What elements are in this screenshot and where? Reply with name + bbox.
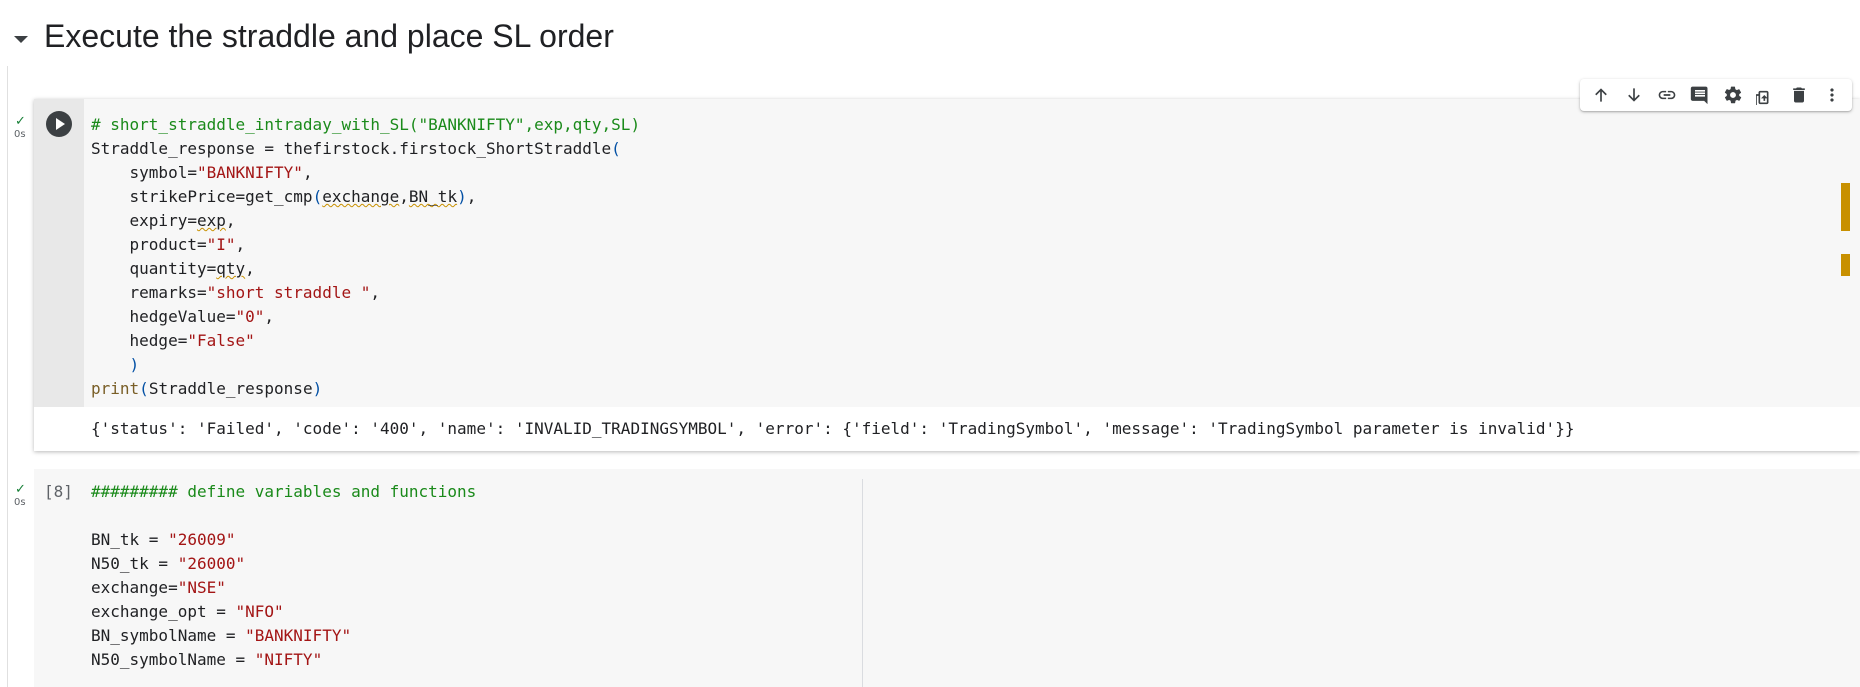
code-text[interactable]: ######### define variables and functions… bbox=[91, 480, 476, 672]
cell-output: {'status': 'Failed', 'code': '400', 'nam… bbox=[34, 407, 1860, 451]
code-line: strikePrice=get_cmp(exchange,BN_tk), bbox=[91, 187, 477, 206]
code-line: hedge="False" bbox=[91, 331, 255, 350]
run-cell-button[interactable] bbox=[46, 111, 72, 137]
code-line: exchange="NSE" bbox=[91, 578, 226, 597]
code-line: quantity=qty, bbox=[91, 259, 255, 278]
cell-toolbar bbox=[1580, 79, 1852, 111]
collapse-caret-icon[interactable] bbox=[14, 36, 28, 43]
code-line: remarks="short straddle ", bbox=[91, 283, 380, 302]
section-header: Execute the straddle and place SL order bbox=[0, 10, 900, 66]
code-line: Straddle_response = thefirstock.firstock… bbox=[91, 139, 621, 158]
mirror-cell-icon bbox=[1755, 90, 1768, 105]
code-line: exchange_opt = "NFO" bbox=[91, 602, 284, 621]
trash-icon bbox=[1792, 87, 1805, 103]
link-icon bbox=[1658, 90, 1675, 100]
add-comment-button[interactable] bbox=[1686, 81, 1714, 109]
more-vert-icon bbox=[1829, 88, 1834, 102]
form-pane-divider[interactable] bbox=[862, 479, 863, 687]
more-actions-button[interactable] bbox=[1818, 81, 1846, 109]
gear-icon bbox=[1724, 86, 1741, 104]
code-cell-straddle[interactable]: # short_straddle_intraday_with_SL("BANKN… bbox=[34, 99, 1860, 451]
cell-status-check-icon: ✓ bbox=[15, 481, 26, 496]
cell-gutter bbox=[34, 99, 84, 407]
code-line: BN_tk = "26009" bbox=[91, 530, 236, 549]
code-line: BN_symbolName = "BANKNIFTY" bbox=[91, 626, 352, 645]
arrow-down-icon bbox=[1627, 88, 1640, 102]
cell-exec-time: 0s bbox=[14, 497, 26, 508]
move-up-button[interactable] bbox=[1587, 81, 1615, 109]
arrow-up-icon bbox=[1594, 88, 1607, 102]
code-line: N50_symbolName = "NIFTY" bbox=[91, 650, 323, 669]
comment-icon bbox=[1690, 86, 1707, 105]
copy-link-button[interactable] bbox=[1653, 81, 1681, 109]
scrollbar-warning-marker bbox=[1841, 183, 1850, 231]
mirror-cell-button[interactable] bbox=[1752, 81, 1780, 109]
section-indent-rule bbox=[7, 66, 8, 687]
code-line: product="I", bbox=[91, 235, 246, 254]
code-line: hedgeValue="0", bbox=[91, 307, 275, 326]
code-cell-variables[interactable]: [8] ######### define variables and funct… bbox=[34, 469, 1860, 687]
code-line: symbol="BANKNIFTY", bbox=[91, 163, 313, 182]
section-title: Execute the straddle and place SL order bbox=[44, 18, 614, 54]
settings-button[interactable] bbox=[1719, 81, 1747, 109]
cell-exec-time: 0s bbox=[14, 129, 26, 140]
code-line: N50_tk = "26000" bbox=[91, 554, 246, 573]
code-line: # short_straddle_intraday_with_SL("BANKN… bbox=[91, 115, 641, 134]
code-text[interactable]: # short_straddle_intraday_with_SL("BANKN… bbox=[91, 113, 640, 401]
code-line: ######### define variables and functions bbox=[91, 482, 477, 501]
move-down-button[interactable] bbox=[1620, 81, 1648, 109]
cell-status-check-icon: ✓ bbox=[15, 113, 26, 128]
execution-count[interactable]: [8] bbox=[44, 480, 73, 504]
code-line: print(Straddle_response) bbox=[91, 379, 323, 398]
code-line: ) bbox=[129, 355, 140, 374]
delete-cell-button[interactable] bbox=[1785, 81, 1813, 109]
code-line: expiry=exp, bbox=[91, 211, 236, 230]
scrollbar-warning-marker bbox=[1841, 254, 1850, 276]
output-text: {'status': 'Failed', 'code': '400', 'nam… bbox=[91, 419, 1575, 438]
